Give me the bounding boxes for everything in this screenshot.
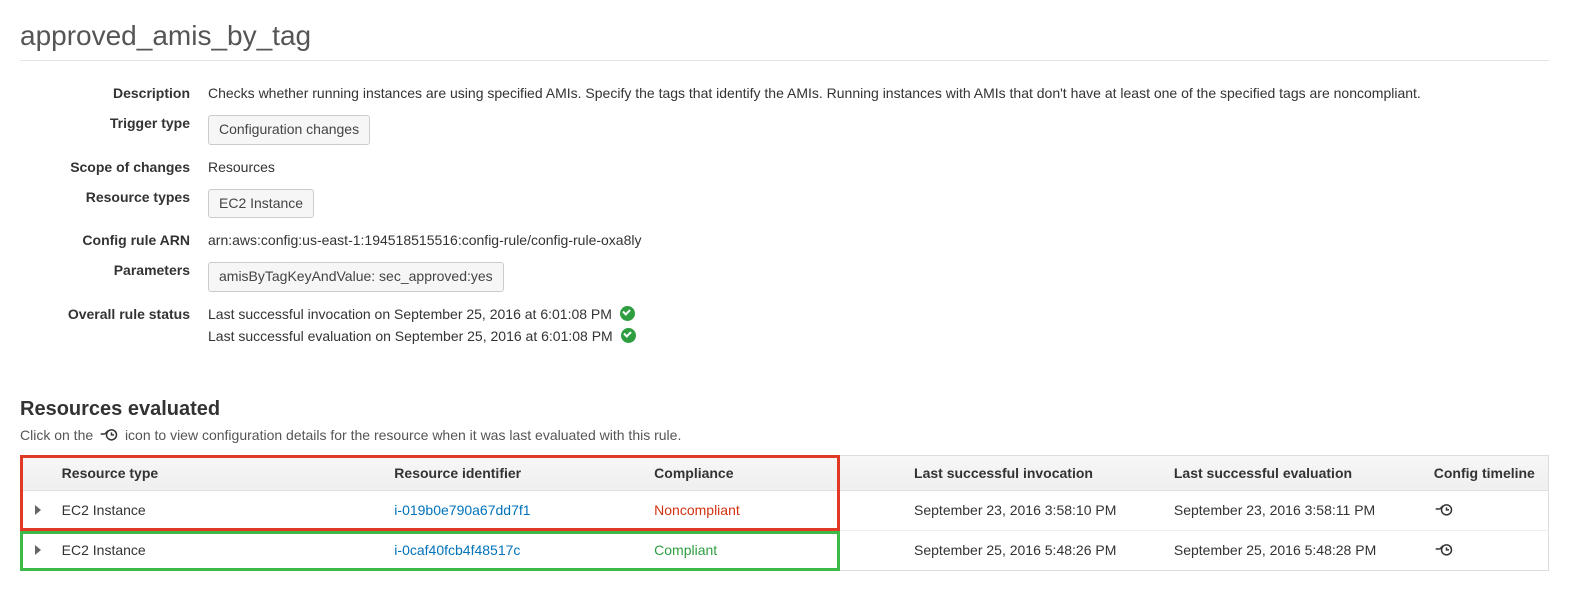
resources-table: Resource type Resource identifier Compli…	[20, 455, 1549, 571]
col-config-timeline[interactable]: Config timeline	[1424, 455, 1549, 490]
page-title: approved_amis_by_tag	[20, 20, 1549, 52]
expand-row-icon[interactable]	[35, 505, 41, 515]
status-evaluation-text: Last successful evaluation on September …	[208, 328, 613, 344]
cell-compliance: Compliant	[644, 530, 904, 570]
resources-table-wrap: Resource type Resource identifier Compli…	[20, 455, 1549, 571]
label-arn: Config rule ARN	[20, 226, 202, 250]
hint-post: icon to view configuration details for t…	[125, 427, 681, 443]
status-invocation-text: Last successful invocation on September …	[208, 306, 612, 322]
hint-pre: Click on the	[20, 427, 97, 443]
col-compliance[interactable]: Compliance	[644, 455, 904, 490]
timeline-icon	[1434, 540, 1454, 558]
cell-compliance: Noncompliant	[644, 490, 904, 530]
label-description: Description	[20, 79, 202, 103]
value-description: Checks whether running instances are usi…	[202, 79, 1421, 103]
label-overall-status: Overall rule status	[20, 300, 202, 352]
value-arn: arn:aws:config:us-east-1:194518515516:co…	[202, 226, 1421, 250]
chip-parameters: amisByTagKeyAndValue: sec_approved:yes	[208, 262, 504, 292]
table-row: EC2 Instance i-019b0e790a67dd7f1 Noncomp…	[21, 490, 1549, 530]
value-scope: Resources	[202, 153, 1421, 177]
col-expand	[21, 455, 52, 490]
config-timeline-button[interactable]	[1434, 500, 1454, 521]
expand-row-icon[interactable]	[35, 545, 41, 555]
chip-resource-type: EC2 Instance	[208, 189, 314, 219]
section-title-resources: Resources evaluated	[20, 398, 1549, 421]
check-circle-icon	[621, 328, 636, 343]
cell-last-evaluation: September 25, 2016 5:48:28 PM	[1164, 530, 1424, 570]
col-last-invocation[interactable]: Last successful invocation	[904, 455, 1164, 490]
check-circle-icon	[620, 306, 635, 321]
title-divider	[20, 60, 1549, 61]
chip-trigger-type: Configuration changes	[208, 115, 370, 145]
section-hint: Click on the icon to view configuration …	[20, 425, 1549, 443]
cell-last-evaluation: September 23, 2016 3:58:11 PM	[1164, 490, 1424, 530]
cell-last-invocation: September 23, 2016 3:58:10 PM	[904, 490, 1164, 530]
col-last-evaluation[interactable]: Last successful evaluation	[1164, 455, 1424, 490]
timeline-icon	[99, 425, 119, 443]
label-resource-types: Resource types	[20, 183, 202, 221]
cell-resource-type: EC2 Instance	[52, 530, 385, 570]
timeline-icon	[1434, 500, 1454, 518]
cell-last-invocation: September 25, 2016 5:48:26 PM	[904, 530, 1164, 570]
table-row: EC2 Instance i-0caf40fcb4f48517c Complia…	[21, 530, 1549, 570]
col-resource-identifier[interactable]: Resource identifier	[384, 455, 644, 490]
cell-resource-type: EC2 Instance	[52, 490, 385, 530]
col-resource-type[interactable]: Resource type	[52, 455, 385, 490]
resource-id-link[interactable]: i-0caf40fcb4f48517c	[394, 542, 520, 558]
label-trigger-type: Trigger type	[20, 109, 202, 147]
rule-details: Description Checks whether running insta…	[20, 73, 1421, 358]
config-timeline-button[interactable]	[1434, 540, 1454, 561]
resource-id-link[interactable]: i-019b0e790a67dd7f1	[394, 502, 530, 518]
label-parameters: Parameters	[20, 256, 202, 294]
label-scope: Scope of changes	[20, 153, 202, 177]
